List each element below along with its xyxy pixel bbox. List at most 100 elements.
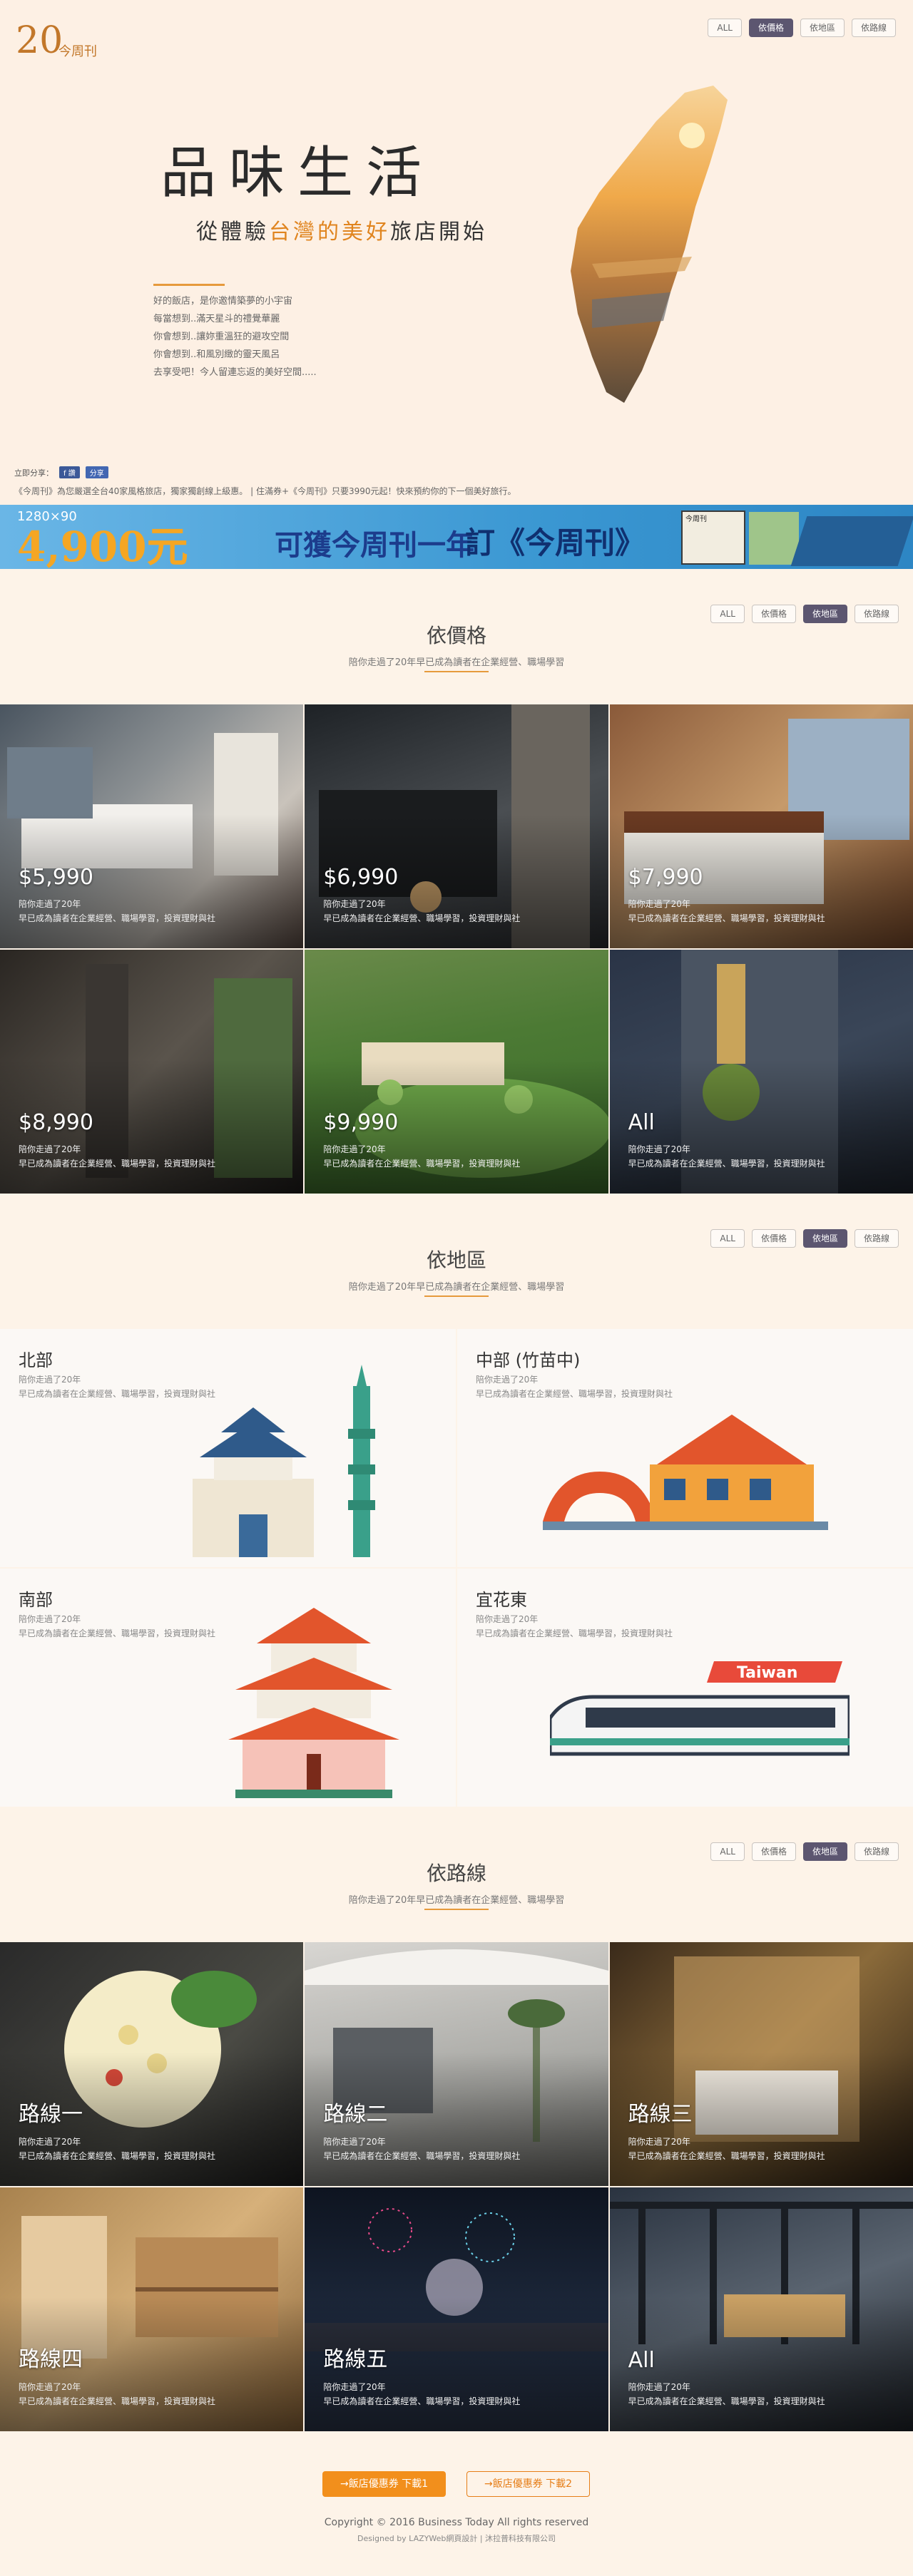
price-grid: $5,990 陪你走過了20年 早已成為讀者在企業經營、職場學習，投資理財與社 … bbox=[0, 704, 913, 1194]
card-desc: 陪你走過了20年 bbox=[19, 2382, 81, 2392]
card-label: $8,990 bbox=[19, 1110, 93, 1135]
hero-divider bbox=[153, 284, 225, 286]
card-label: 北部 bbox=[19, 1350, 53, 1370]
region-grid: 北部 陪你走過了20年 早已成為讀者在企業經營、職場學習，投資理財與社 中部 (… bbox=[0, 1329, 913, 1807]
coupon-download-button-1[interactable]: →飯店優惠券 下載1 bbox=[322, 2471, 447, 2497]
card-label: 路線一 bbox=[19, 2102, 83, 2127]
price-section-header: ALL 依價格 依地區 依路線 依價格 陪你走過了20年早已成為讀者在企業經營、… bbox=[0, 569, 913, 704]
card-desc: 陪你走過了20年 bbox=[628, 2382, 690, 2392]
card-desc: 早已成為讀者在企業經營、職場學習，投資理財與社 bbox=[19, 1628, 216, 1638]
region-card-central[interactable]: 中部 (竹苗中) 陪你走過了20年 早已成為讀者在企業經營、職場學習，投資理財與… bbox=[457, 1329, 913, 1567]
hero-desc-line: 每當想到..滿天星斗的禮覺華麗 bbox=[153, 314, 280, 324]
card-desc: 陪你走過了20年 bbox=[476, 1614, 539, 1624]
card-desc: 陪你走過了20年 bbox=[323, 2137, 386, 2147]
card-label: $6,990 bbox=[323, 865, 399, 890]
card-desc: 早已成為讀者在企業經營、職場學習，投資理財與社 bbox=[19, 1159, 216, 1169]
subscribe-banner[interactable]: 4,900元 1280×90 可獲今周刊一年 訂《今周刊》 今周刊 bbox=[0, 505, 913, 569]
tab-price[interactable]: 依價格 bbox=[748, 19, 793, 37]
card-label: All bbox=[628, 1110, 655, 1135]
region-card-south[interactable]: 南部 陪你走過了20年 早已成為讀者在企業經營、職場學習，投資理財與社 bbox=[0, 1569, 456, 1807]
notice-text: 《今周刊》為您嚴選全台40家風格旅店，獨家獨創線上級惠。 | 住滿券+《今周刊》… bbox=[14, 486, 516, 496]
section-title: 依價格 bbox=[426, 624, 486, 647]
magazine-title: 今周刊 bbox=[685, 515, 707, 523]
route-card[interactable]: 路線二 陪你走過了20年 早已成為讀者在企業經營、職場學習，投資理財與社 bbox=[305, 1942, 608, 2186]
hero-subtitle: 從體驗台灣的美好旅店開始 bbox=[196, 214, 487, 245]
banner-dimension-label: 1280×90 bbox=[17, 509, 77, 524]
price-section: ALL 依價格 依地區 依路線 依價格 陪你走過了20年早已成為讀者在企業經營、… bbox=[0, 569, 913, 1194]
card-desc: 早已成為讀者在企業經營、職場學習，投資理財與社 bbox=[323, 2151, 521, 2161]
share-button[interactable]: 分享 bbox=[85, 466, 108, 478]
hero-section: 20 今周刊 ALL 依價格 依地區 依路線 品味生活 從體驗台灣的美好旅店開始… bbox=[0, 0, 913, 505]
hero-desc-line: 你會想到..和風別緻的靈天風呂 bbox=[153, 349, 280, 360]
card-desc: 陪你走過了20年 bbox=[323, 899, 386, 909]
route-card[interactable]: All 陪你走過了20年 早已成為讀者在企業經營、職場學習，投資理財與社 bbox=[609, 2187, 913, 2431]
card-label: 宜花東 bbox=[476, 1590, 527, 1610]
banner-subscribe-text: 訂《今周刊》 bbox=[465, 525, 646, 560]
page: 20 今周刊 ALL 依價格 依地區 依路線 品味生活 從體驗台灣的美好旅店開始… bbox=[0, 0, 913, 2576]
share-label: 立即分享： bbox=[14, 468, 53, 478]
logo[interactable]: 20 今周刊 bbox=[16, 19, 108, 61]
route-grid: 路線一 陪你走過了20年 早已成為讀者在企業經營、職場學習，投資理財與社 路線二… bbox=[0, 1942, 913, 2431]
section-divider bbox=[424, 1909, 489, 1910]
footer: →飯店優惠券 下載1 →飯店優惠券 下載2 Copyright © 2016 B… bbox=[0, 2431, 913, 2565]
card-label: $7,990 bbox=[628, 865, 703, 890]
card-desc: 早已成為讀者在企業經營、職場學習，投資理財與社 bbox=[19, 913, 216, 923]
card-desc: 陪你走過了20年 bbox=[628, 899, 690, 909]
card-desc: 陪你走過了20年 bbox=[628, 1144, 690, 1154]
card-label: All bbox=[628, 2348, 655, 2373]
hero-title: 品味生活 bbox=[160, 141, 435, 205]
section-title: 依地區 bbox=[426, 1248, 486, 1272]
tab-region[interactable]: 依地區 bbox=[800, 19, 845, 37]
card-shade bbox=[609, 1059, 913, 1194]
price-card[interactable]: All 陪你走過了20年 早已成為讀者在企業經營、職場學習，投資理財與社 bbox=[609, 950, 913, 1194]
price-card[interactable]: $8,990 陪你走過了20年 早已成為讀者在企業經營、職場學習，投資理財與社 bbox=[0, 950, 304, 1194]
section-subtitle: 陪你走過了20年早已成為讀者在企業經營、職場學習 bbox=[348, 1282, 565, 1293]
card-label: $5,990 bbox=[19, 865, 93, 890]
tab-all[interactable]: ALL bbox=[708, 19, 742, 37]
card-desc: 早已成為讀者在企業經營、職場學習，投資理財與社 bbox=[476, 1389, 673, 1399]
route-card[interactable]: 路線四 陪你走過了20年 早已成為讀者在企業經營、職場學習，投資理財與社 bbox=[0, 2187, 304, 2431]
central-landmark-illustration bbox=[543, 1415, 828, 1530]
magazine-cover-image bbox=[749, 512, 799, 565]
south-pagoda-illustration bbox=[228, 1608, 399, 1798]
region-card-east[interactable]: 宜花東 陪你走過了20年 早已成為讀者在企業經營、職場學習，投資理財與社 Tai… bbox=[457, 1569, 913, 1807]
top-nav-tabs: ALL 依價格 依地區 依路線 bbox=[708, 19, 896, 37]
card-desc: 早已成為讀者在企業經營、職場學習，投資理財與社 bbox=[476, 1628, 673, 1638]
hero-desc-line: 去享受吧！今人留連忘返的美好空間..... bbox=[153, 367, 317, 378]
card-desc: 早已成為讀者在企業經營、職場學習，投資理財與社 bbox=[19, 2396, 216, 2406]
svg-text:今周刊: 今周刊 bbox=[58, 44, 97, 59]
region-section-header: ALL 依價格 依地區 依路線 依地區 陪你走過了20年早已成為讀者在企業經營、… bbox=[0, 1194, 913, 1329]
price-card[interactable]: $5,990 陪你走過了20年 早已成為讀者在企業經營、職場學習，投資理財與社 bbox=[0, 704, 304, 948]
card-desc: 早已成為讀者在企業經營、職場學習，投資理財與社 bbox=[628, 2396, 825, 2406]
copyright-text: Copyright © 2016 Business Today All righ… bbox=[324, 2517, 589, 2528]
facebook-like-button[interactable]: f 讚 bbox=[59, 466, 80, 478]
card-desc: 早已成為讀者在企業經營、職場學習，投資理財與社 bbox=[323, 1159, 521, 1169]
share-bar: 立即分享： f 讚 分享 bbox=[14, 466, 108, 478]
section-divider bbox=[424, 671, 489, 672]
card-label: 路線三 bbox=[628, 2102, 693, 2127]
price-card[interactable]: $7,990 陪你走過了20年 早已成為讀者在企業經營、職場學習，投資理財與社 bbox=[609, 704, 913, 948]
route-card[interactable]: 路線三 陪你走過了20年 早已成為讀者在企業經營、職場學習，投資理財與社 bbox=[609, 1942, 913, 2186]
region-section: ALL 依價格 依地區 依路線 依地區 陪你走過了20年早已成為讀者在企業經營、… bbox=[0, 1194, 913, 1807]
magazine-cover-image: 今周刊 bbox=[681, 510, 745, 565]
region-card-north[interactable]: 北部 陪你走過了20年 早已成為讀者在企業經營、職場學習，投資理財與社 bbox=[0, 1329, 456, 1567]
tab-route[interactable]: 依路線 bbox=[851, 19, 896, 37]
hero-subtitle-pre: 從體驗 bbox=[196, 220, 269, 245]
route-card[interactable]: 路線五 陪你走過了20年 早已成為讀者在企業經營、職場學習，投資理財與社 bbox=[305, 2187, 608, 2431]
card-desc: 陪你走過了20年 bbox=[323, 1144, 386, 1154]
section-title: 依路線 bbox=[426, 1862, 486, 1885]
price-card[interactable]: $6,990 陪你走過了20年 早已成為讀者在企業經營、職場學習，投資理財與社 bbox=[305, 704, 608, 948]
coupon-download-button-2[interactable]: →飯店優惠券 下載2 bbox=[466, 2471, 591, 2497]
card-label: 南部 bbox=[19, 1590, 53, 1610]
price-card[interactable]: $9,990 陪你走過了20年 早已成為讀者在企業經營、職場學習，投資理財與社 bbox=[305, 950, 608, 1194]
taiwan-map-image bbox=[571, 86, 728, 403]
route-section-header: ALL 依價格 依地區 依路線 依路線 陪你走過了20年早已成為讀者在企業經營、… bbox=[0, 1807, 913, 1942]
hero-desc-line: 好的飯店，是你邀情築夢的小宇宙 bbox=[153, 296, 293, 307]
banner-offer-text: 可獲今周刊一年 bbox=[275, 529, 474, 562]
section-subtitle: 陪你走過了20年早已成為讀者在企業經營、職場學習 bbox=[348, 657, 565, 668]
card-desc: 早已成為讀者在企業經營、職場學習，投資理財與社 bbox=[323, 913, 521, 923]
route-card[interactable]: 路線一 陪你走過了20年 早已成為讀者在企業經營、職場學習，投資理財與社 bbox=[0, 1942, 304, 2186]
card-desc: 陪你走過了20年 bbox=[19, 2137, 81, 2147]
card-label: 路線二 bbox=[323, 2102, 388, 2127]
tablet-image bbox=[790, 516, 913, 566]
